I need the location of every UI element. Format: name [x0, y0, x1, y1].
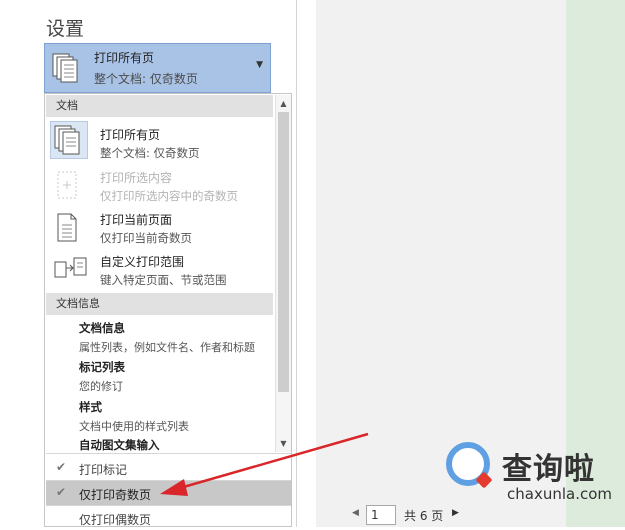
menu-item-label: 自定义打印范围 [100, 255, 185, 269]
dropdown-scrollbar[interactable]: ▲ ▼ [275, 95, 291, 452]
menu-item-label: 打印当前页面 [100, 213, 173, 227]
panel-divider [296, 0, 297, 527]
info-item-styles[interactable]: 样式 [79, 399, 102, 415]
menu-item-custom-range[interactable]: 自定义打印范围 键入特定页面、节或范围 [46, 248, 273, 290]
menu-item-desc: 仅打印当前奇数页 [100, 231, 192, 245]
watermark-domain: chaxunla.com [507, 485, 612, 503]
pages-stack-icon [54, 125, 80, 155]
selector-title: 打印所有页 [94, 51, 155, 65]
info-item-autotext[interactable]: 自动图文集输入 [79, 437, 160, 453]
info-item-markup-list[interactable]: 标记列表 [79, 359, 125, 375]
selection-page-icon [57, 171, 77, 199]
checkmark-icon: ✔ [56, 460, 67, 474]
menu-item-desc: 键入特定页面、节或范围 [100, 273, 227, 287]
page-number-input[interactable]: 1 [366, 505, 396, 525]
info-item-desc: 文档中使用的样式列表 [79, 420, 189, 433]
info-item-desc: 您的修订 [79, 380, 123, 393]
option-label: 仅打印奇数页 [79, 488, 152, 502]
scroll-down-icon[interactable]: ▼ [276, 436, 291, 451]
option-print-markup[interactable]: ✔ 打印标记 [46, 456, 291, 480]
menu-item-label: 打印所有页 [100, 128, 161, 142]
menu-item-print-current[interactable]: 打印当前页面 仅打印当前奇数页 [46, 206, 273, 248]
chevron-down-icon: ▼ [256, 60, 263, 70]
page-total: 共 6 页 [404, 509, 444, 523]
single-page-icon [57, 213, 77, 242]
divider [46, 453, 291, 454]
print-range-selector[interactable]: 打印所有页 整个文档: 仅奇数页 ▼ [44, 43, 271, 93]
print-range-dropdown: 文档 打印所有页 整个文档: 仅奇数页 打印所选内容 仅打印所选内容中的奇数页 [44, 93, 292, 527]
menu-item-label: 打印所选内容 [100, 171, 173, 185]
section-header-document-info: 文档信息 [46, 293, 273, 315]
menu-item-desc: 仅打印所选内容中的奇数页 [100, 189, 238, 203]
menu-item-print-all[interactable]: 打印所有页 整个文档: 仅奇数页 [46, 118, 273, 164]
pages-stack-icon [52, 53, 78, 83]
option-label: 仅打印偶数页 [79, 513, 152, 527]
watermark-logo: 查询啦 chaxunla.com [440, 438, 615, 518]
option-print-odd-pages[interactable]: ✔ 仅打印奇数页 [46, 481, 291, 505]
prev-page-icon[interactable]: ◀ [352, 508, 359, 518]
info-item-doc-properties[interactable]: 文档信息 [79, 320, 125, 336]
selector-subtitle: 整个文档: 仅奇数页 [94, 72, 198, 86]
custom-range-icon [54, 257, 87, 278]
option-print-even-pages[interactable]: 仅打印偶数页 [46, 506, 291, 530]
info-item-desc: 属性列表，例如文件名、作者和标题 [79, 341, 255, 354]
scroll-up-icon[interactable]: ▲ [276, 96, 291, 111]
menu-item-desc: 整个文档: 仅奇数页 [100, 146, 200, 160]
checkmark-icon: ✔ [56, 485, 67, 499]
scroll-thumb[interactable] [278, 112, 289, 392]
menu-item-print-selection: 打印所选内容 仅打印所选内容中的奇数页 [46, 164, 273, 206]
section-header-document: 文档 [46, 95, 273, 117]
settings-heading: 设置 [46, 18, 85, 40]
watermark-brand: 查询啦 [502, 452, 595, 487]
option-label: 打印标记 [79, 463, 128, 477]
